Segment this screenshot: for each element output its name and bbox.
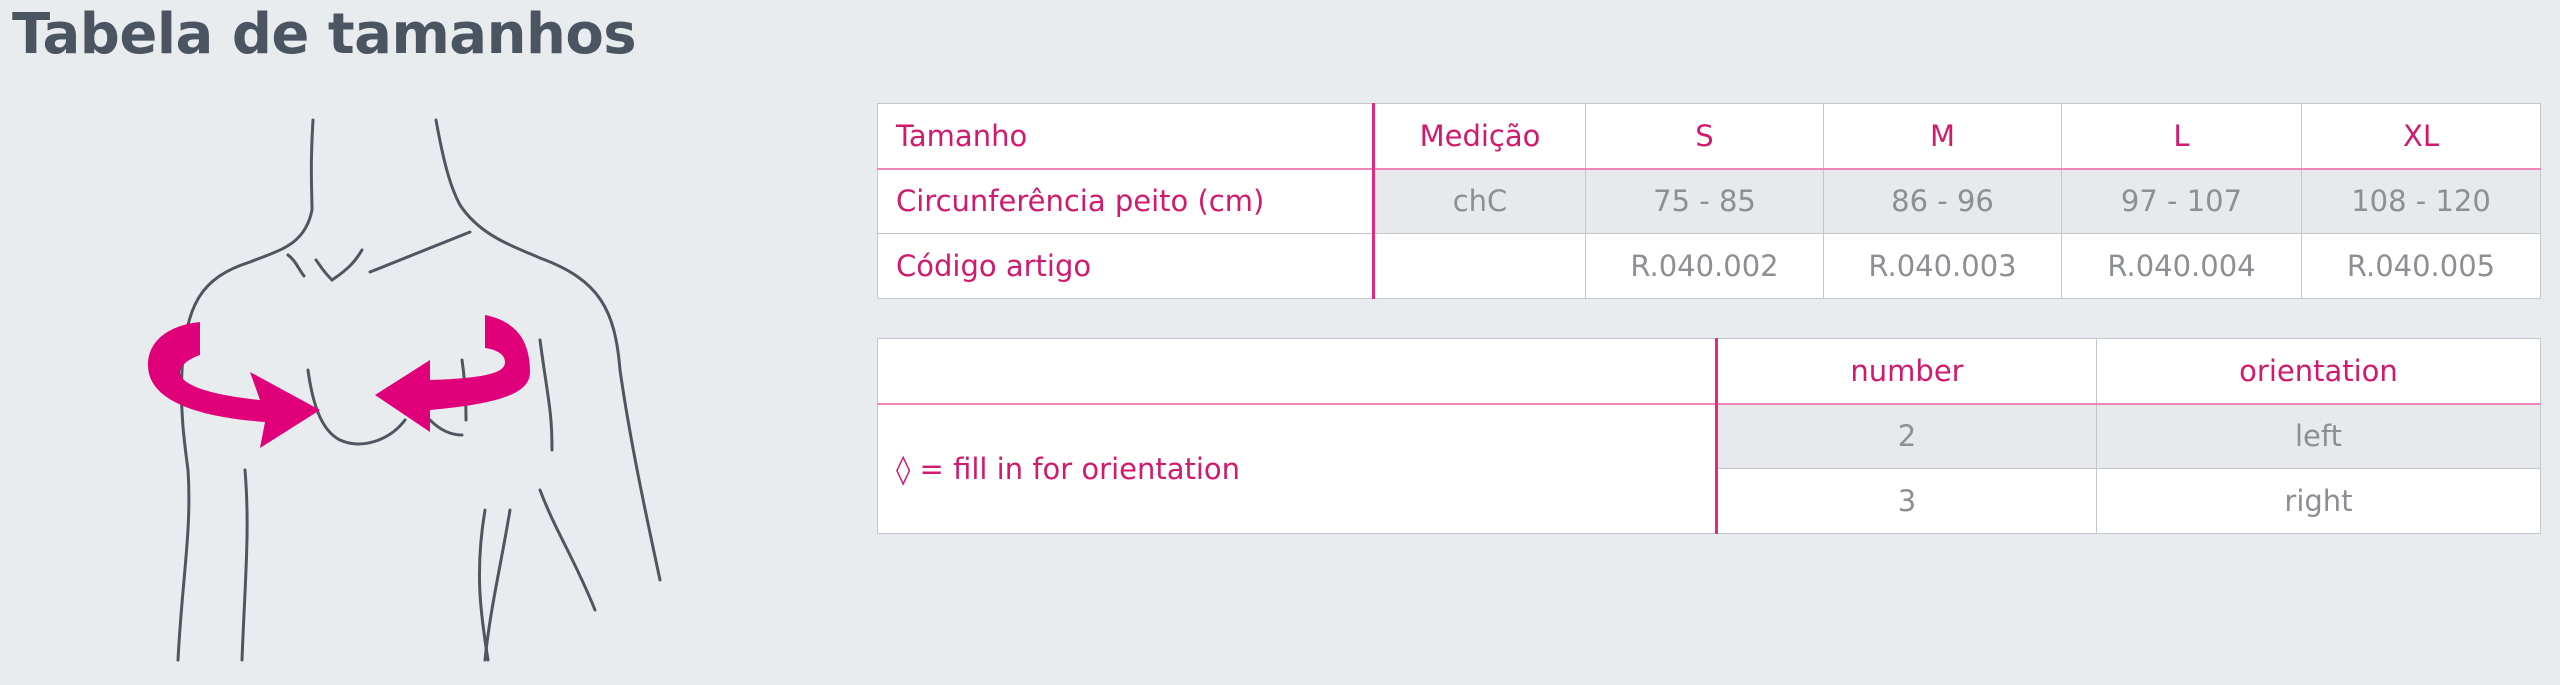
orientation-table: number orientation ◊ = fill in for orien… bbox=[877, 338, 2541, 534]
table-cell: 3 bbox=[1716, 468, 2097, 534]
table-cell: R.040.003 bbox=[1823, 233, 2062, 299]
table-row: number orientation bbox=[877, 338, 2541, 405]
table-row: Tamanho Medição S M L XL bbox=[877, 103, 2541, 170]
header-orientation: orientation bbox=[2096, 338, 2541, 405]
header-size-xl: XL bbox=[2301, 103, 2541, 170]
header-number: number bbox=[1716, 338, 2097, 405]
page-title: Tabela de tamanhos bbox=[12, 2, 637, 67]
table-cell: 108 - 120 bbox=[2301, 168, 2541, 234]
table-cell: left bbox=[2096, 403, 2541, 469]
orientation-note: ◊ = fill in for orientation bbox=[877, 403, 1718, 534]
table-cell: 86 - 96 bbox=[1823, 168, 2062, 234]
size-table: Tamanho Medição S M L XL Circunferência … bbox=[877, 103, 2541, 299]
measure-code: chC bbox=[1373, 168, 1586, 234]
header-size-l: L bbox=[2061, 103, 2302, 170]
table-row: Código artigo R.040.002 R.040.003 R.040.… bbox=[877, 233, 2541, 299]
header-size-m: M bbox=[1823, 103, 2062, 170]
blank-cell bbox=[877, 338, 1718, 405]
table-row: ◊ = fill in for orientation 2 left bbox=[877, 403, 2541, 534]
row-label: Circunferência peito (cm) bbox=[877, 168, 1375, 234]
table-cell: 75 - 85 bbox=[1585, 168, 1824, 234]
table-row: Circunferência peito (cm) chC 75 - 85 86… bbox=[877, 168, 2541, 234]
header-size-label: Tamanho bbox=[877, 103, 1375, 170]
table-cell: right bbox=[2096, 468, 2541, 534]
measure-code bbox=[1373, 233, 1586, 299]
table-cell: 97 - 107 bbox=[2061, 168, 2302, 234]
chest-measurement-icon bbox=[100, 110, 700, 674]
table-cell: R.040.005 bbox=[2301, 233, 2541, 299]
table-cell: R.040.004 bbox=[2061, 233, 2302, 299]
table-cell: 2 bbox=[1716, 403, 2097, 469]
row-label: Código artigo bbox=[877, 233, 1375, 299]
header-size-s: S bbox=[1585, 103, 1824, 170]
table-cell: R.040.002 bbox=[1585, 233, 1824, 299]
header-measure: Medição bbox=[1373, 103, 1586, 170]
